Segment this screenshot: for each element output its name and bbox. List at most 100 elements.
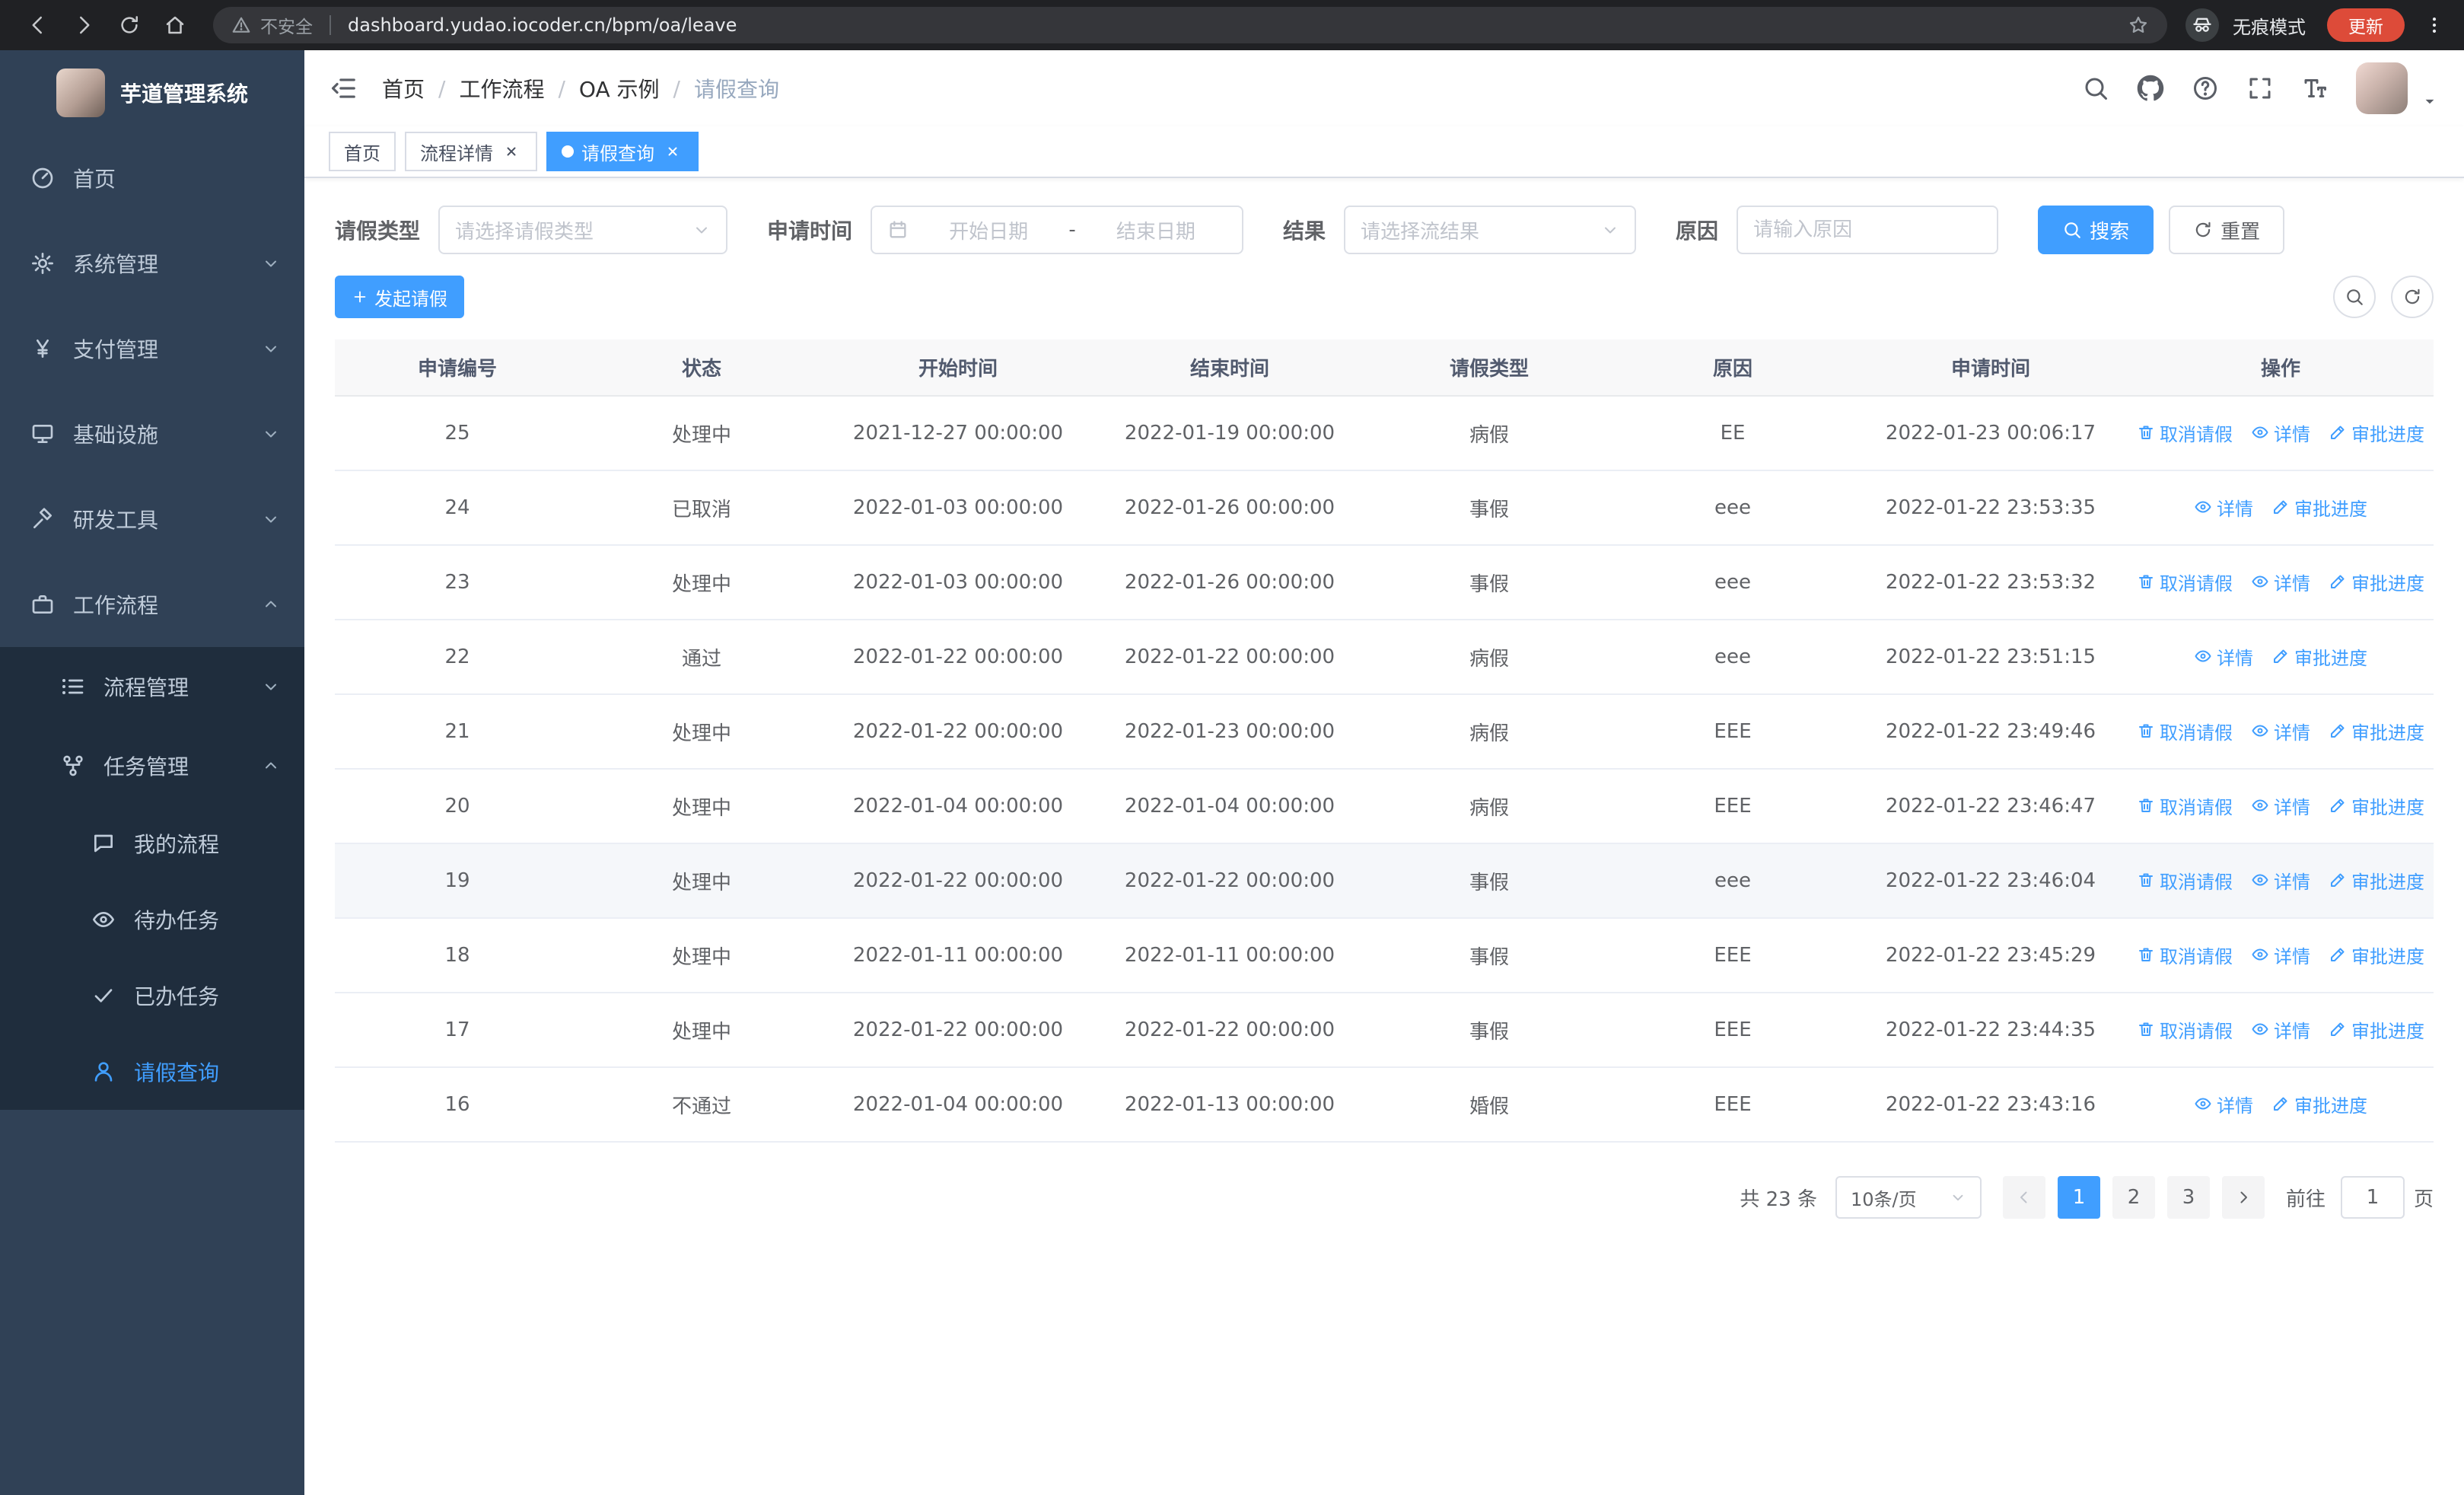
submenu-task-mgmt: 我的流程待办任务已办任务 请假查询 — [0, 805, 304, 1110]
action-detail-link[interactable]: 详情 — [2251, 1016, 2310, 1043]
sidebar-item-home[interactable]: 首页 — [0, 135, 304, 221]
cell-actions: 取消请假 详情 审批进度 — [2128, 918, 2434, 993]
sidebar-item-system[interactable]: 系统管理 — [0, 221, 304, 306]
action-detail-link[interactable]: 详情 — [2251, 419, 2310, 446]
result-select[interactable]: 请选择流结果 — [1344, 206, 1637, 254]
sidebar-toggle-icon[interactable] — [329, 74, 358, 103]
create-leave-label: 发起请假 — [374, 288, 447, 310]
sidebar-item-label: 待办任务 — [134, 908, 220, 933]
address-bar[interactable]: 不安全 dashboard.yudao.iocoder.cn/bpm/oa/le… — [213, 7, 2167, 43]
page-1-button[interactable]: 1 — [2057, 1176, 2100, 1219]
action-detail-link[interactable]: 详情 — [2194, 1091, 2253, 1117]
page-2-button[interactable]: 2 — [2112, 1176, 2155, 1219]
reset-button[interactable]: 重置 — [2169, 206, 2285, 254]
cell-reason: EEE — [1612, 769, 1854, 844]
chrome-menu-icon[interactable] — [2423, 14, 2446, 37]
prev-page-button[interactable] — [2002, 1176, 2045, 1219]
action-progress-link[interactable]: 审批进度 — [2329, 1016, 2424, 1043]
pagination: 共 23 条 10条/页 123 前往 页 — [335, 1176, 2434, 1219]
action-progress-link[interactable]: 审批进度 — [2329, 942, 2424, 968]
browser-home-icon[interactable] — [155, 5, 195, 45]
action-progress-link[interactable]: 审批进度 — [2329, 569, 2424, 595]
breadcrumb-item[interactable]: 首页 — [382, 73, 425, 104]
browser-forward-icon[interactable] — [64, 5, 103, 45]
toggle-search-button[interactable] — [2333, 276, 2376, 318]
search-button[interactable]: 搜索 — [2038, 206, 2154, 254]
security-warning-icon[interactable] — [231, 15, 251, 35]
sidebar-item-label: 系统管理 — [73, 252, 159, 277]
leave-table: 申请编号 状态 开始时间 结束时间 请假类型 原因 申请时间 操作 25 处理中 2021-12-… — [335, 339, 2434, 1143]
sidebar-item-task-mgmt[interactable]: 任务管理 — [0, 726, 304, 805]
tab-home[interactable]: 首页 — [329, 132, 396, 171]
action-detail-link[interactable]: 详情 — [2251, 792, 2310, 819]
app-logo[interactable]: 芋道管理系统 — [0, 50, 304, 135]
reason-input[interactable] — [1737, 206, 1999, 254]
action-detail-link[interactable]: 详情 — [2194, 494, 2253, 521]
sidebar-item-devtools[interactable]: 研发工具 — [0, 477, 304, 562]
apply-time-range-picker[interactable]: 开始日期 - 结束日期 — [871, 206, 1244, 254]
user-avatar[interactable] — [2356, 62, 2408, 114]
close-icon[interactable] — [662, 141, 683, 162]
table-row: 19 处理中 2022-01-22 00:00:00 2022-01-22 00:00… — [335, 843, 2434, 919]
cell-leave-type: 事假 — [1367, 545, 1612, 620]
action-detail-link[interactable]: 详情 — [2251, 942, 2310, 968]
action-progress-link[interactable]: 审批进度 — [2329, 792, 2424, 819]
tab-process-detail[interactable]: 流程详情 — [405, 132, 537, 171]
bookmark-star-icon[interactable] — [2128, 14, 2149, 36]
refresh-table-button[interactable] — [2391, 276, 2434, 318]
breadcrumb-item[interactable]: 工作流程 — [459, 73, 544, 104]
url-text[interactable]: dashboard.yudao.iocoder.cn/bpm/oa/leave — [348, 14, 2119, 36]
action-cancel-link[interactable]: 取消请假 — [2137, 718, 2233, 744]
action-progress-link[interactable]: 审批进度 — [2329, 419, 2424, 446]
chrome-update-button[interactable]: 更新 — [2327, 8, 2405, 42]
tab-leave-query[interactable]: 请假查询 — [546, 132, 699, 171]
page-size-select[interactable]: 10条/页 — [1835, 1176, 1982, 1219]
close-icon[interactable] — [501, 141, 522, 162]
action-cancel-link[interactable]: 取消请假 — [2137, 942, 2233, 968]
create-leave-button[interactable]: 发起请假 — [335, 276, 464, 318]
action-cancel-link[interactable]: 取消请假 — [2137, 792, 2233, 819]
page-3-button[interactable]: 3 — [2166, 1176, 2210, 1219]
sidebar-item-leave-query[interactable]: 请假查询 — [0, 1034, 304, 1110]
sidebar-item-done-tasks[interactable]: 已办任务 — [0, 958, 304, 1034]
action-detail-link[interactable]: 详情 — [2194, 643, 2253, 670]
action-progress-link[interactable]: 审批进度 — [2329, 867, 2424, 894]
sidebar-item-infrastructure[interactable]: 基础设施 — [0, 391, 304, 477]
sidebar-item-process-mgmt[interactable]: 流程管理 — [0, 647, 304, 726]
action-progress-link[interactable]: 审批进度 — [2271, 643, 2367, 670]
cell-apply-time: 2022-01-22 23:53:32 — [1854, 545, 2128, 620]
next-page-button[interactable] — [2221, 1176, 2265, 1219]
action-progress-link[interactable]: 审批进度 — [2271, 494, 2367, 521]
refresh-icon — [2193, 220, 2213, 240]
action-cancel-link[interactable]: 取消请假 — [2137, 419, 2233, 446]
sidebar-item-my-process[interactable]: 我的流程 — [0, 805, 304, 881]
leave-type-select[interactable]: 请选择请假类型 — [438, 206, 728, 254]
action-cancel-link[interactable]: 取消请假 — [2137, 1016, 2233, 1043]
breadcrumb-item[interactable]: OA 示例 — [579, 73, 660, 104]
fullscreen-icon[interactable] — [2246, 75, 2274, 102]
browser-reload-icon[interactable] — [110, 5, 149, 45]
avatar-caret-icon[interactable] — [2420, 91, 2440, 114]
action-cancel-link[interactable]: 取消请假 — [2137, 569, 2233, 595]
cell-apply-time: 2022-01-23 00:06:17 — [1854, 396, 2128, 471]
action-detail-link[interactable]: 详情 — [2251, 867, 2310, 894]
app-title: 芋道管理系统 — [119, 81, 248, 107]
goto-page-input[interactable] — [2340, 1176, 2405, 1219]
action-cancel-link[interactable]: 取消请假 — [2137, 867, 2233, 894]
cell-end-time: 2022-01-04 00:00:00 — [1093, 769, 1367, 844]
header-search-icon[interactable] — [2082, 75, 2109, 102]
font-size-icon[interactable] — [2301, 75, 2329, 102]
browser-back-icon[interactable] — [18, 5, 58, 45]
action-detail-link[interactable]: 详情 — [2251, 718, 2310, 744]
action-label: 详情 — [2274, 423, 2310, 445]
sidebar-item-label: 我的流程 — [134, 832, 220, 857]
sidebar-item-payment[interactable]: 支付管理 — [0, 306, 304, 391]
cell-end-time: 2022-01-22 00:00:00 — [1093, 620, 1367, 695]
help-icon[interactable] — [2192, 75, 2219, 102]
action-progress-link[interactable]: 审批进度 — [2329, 718, 2424, 744]
sidebar-item-workflow[interactable]: 工作流程 — [0, 562, 304, 647]
github-icon[interactable] — [2137, 75, 2164, 102]
action-detail-link[interactable]: 详情 — [2251, 569, 2310, 595]
action-progress-link[interactable]: 审批进度 — [2271, 1091, 2367, 1117]
sidebar-item-todo-tasks[interactable]: 待办任务 — [0, 881, 304, 958]
